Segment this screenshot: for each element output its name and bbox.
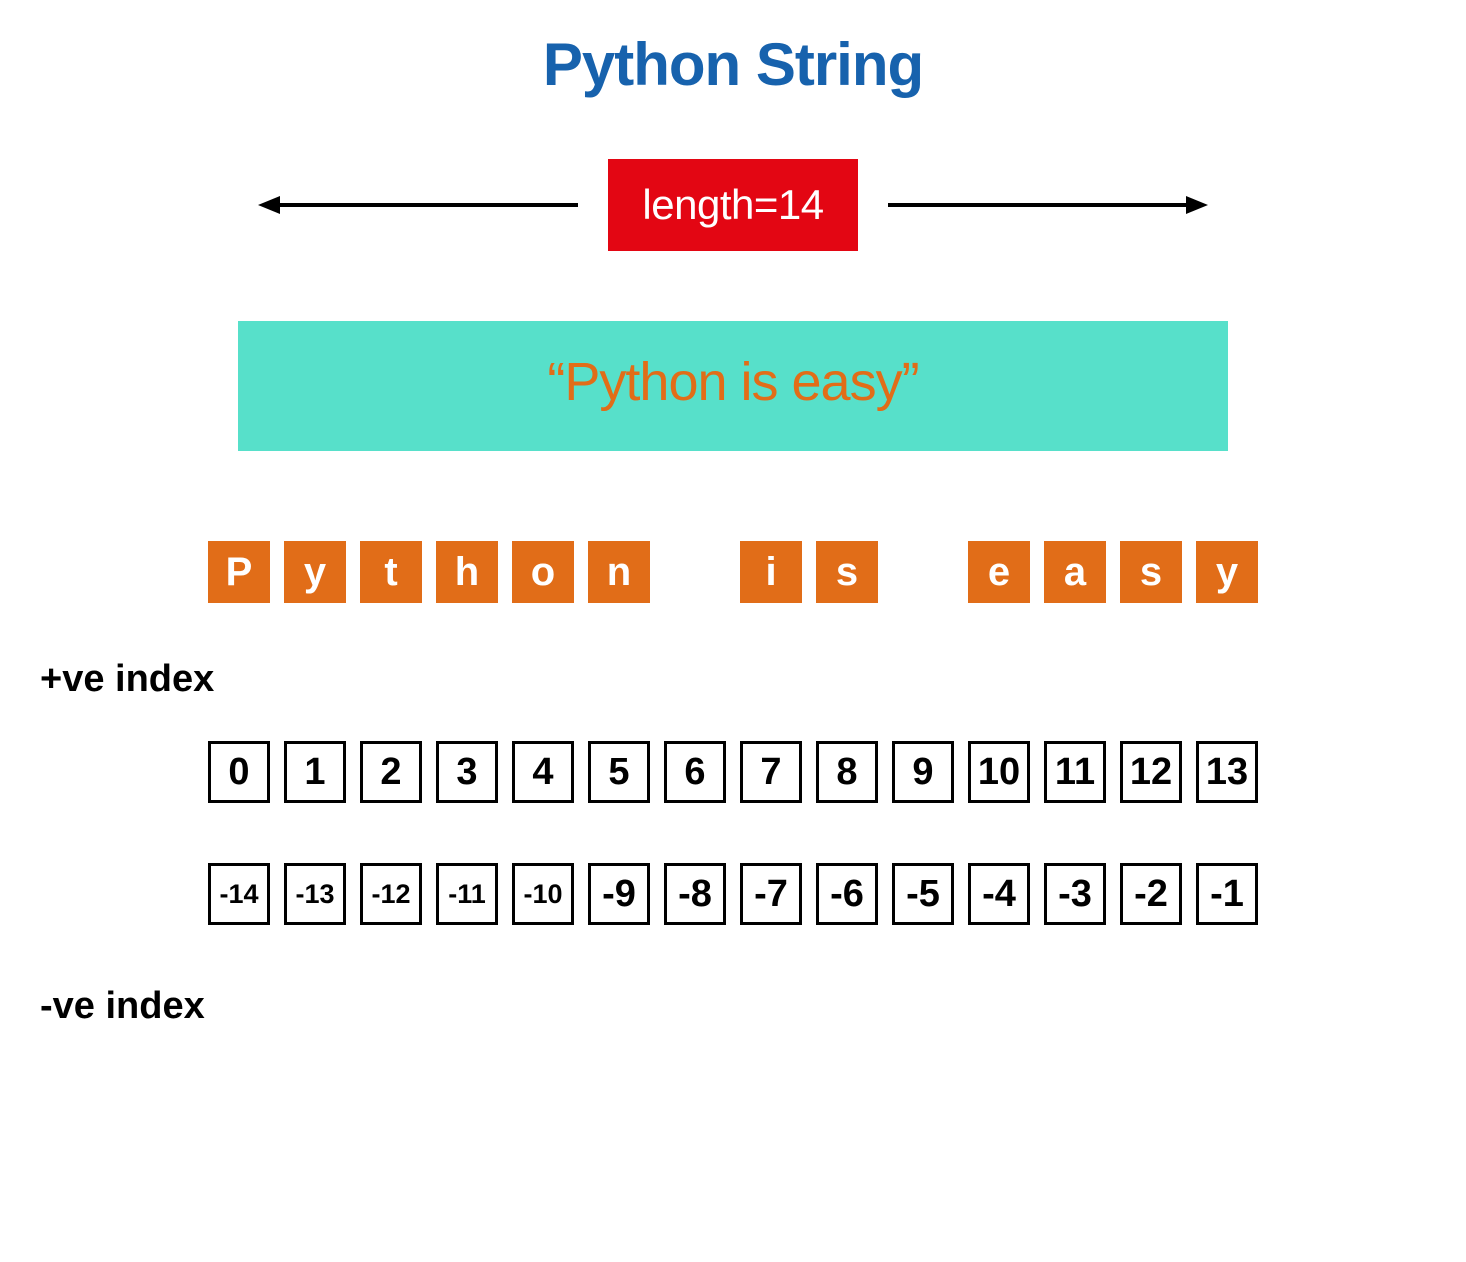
negative-index-box: -1 — [1196, 863, 1258, 925]
char-box: t — [360, 541, 422, 603]
length-badge: length=14 — [608, 159, 857, 251]
char-row: Pythoniseasy — [30, 541, 1436, 603]
negative-index-box: -11 — [436, 863, 498, 925]
negative-index-box: -13 — [284, 863, 346, 925]
negative-index-box: -8 — [664, 863, 726, 925]
positive-index-row: 012345678910111213 — [30, 741, 1436, 803]
positive-index-box: 13 — [1196, 741, 1258, 803]
char-box: s — [1120, 541, 1182, 603]
positive-index-box: 12 — [1120, 741, 1182, 803]
positive-index-box: 6 — [664, 741, 726, 803]
negative-index-box: -3 — [1044, 863, 1106, 925]
negative-index-box: -7 — [740, 863, 802, 925]
char-box: i — [740, 541, 802, 603]
char-box: o — [512, 541, 574, 603]
positive-index-box: 1 — [284, 741, 346, 803]
positive-index-box: 0 — [208, 741, 270, 803]
char-box: y — [1196, 541, 1258, 603]
char-box: a — [1044, 541, 1106, 603]
arrow-right-icon — [888, 190, 1208, 220]
positive-index-box: 8 — [816, 741, 878, 803]
negative-index-box: -10 — [512, 863, 574, 925]
page-title: Python String — [30, 30, 1436, 99]
negative-index-row: -14-13-12-11-10-9-8-7-6-5-4-3-2-1 — [30, 863, 1436, 925]
negative-index-box: -2 — [1120, 863, 1182, 925]
char-box: n — [588, 541, 650, 603]
char-box: h — [436, 541, 498, 603]
positive-index-box: 3 — [436, 741, 498, 803]
length-row: length=14 — [30, 159, 1436, 251]
char-space — [664, 541, 726, 603]
char-space — [892, 541, 954, 603]
positive-index-label: +ve index — [40, 658, 1436, 701]
negative-index-box: -4 — [968, 863, 1030, 925]
negative-index-box: -6 — [816, 863, 878, 925]
char-box: y — [284, 541, 346, 603]
negative-index-box: -12 — [360, 863, 422, 925]
positive-index-box: 5 — [588, 741, 650, 803]
char-box: e — [968, 541, 1030, 603]
negative-index-box: -9 — [588, 863, 650, 925]
string-banner: “Python is easy” — [238, 321, 1228, 451]
char-box: s — [816, 541, 878, 603]
char-box: P — [208, 541, 270, 603]
negative-index-label: -ve index — [40, 985, 1436, 1028]
positive-index-box: 11 — [1044, 741, 1106, 803]
positive-index-box: 7 — [740, 741, 802, 803]
positive-index-box: 2 — [360, 741, 422, 803]
negative-index-box: -14 — [208, 863, 270, 925]
positive-index-box: 4 — [512, 741, 574, 803]
arrow-left-icon — [258, 190, 578, 220]
positive-index-box: 10 — [968, 741, 1030, 803]
negative-index-box: -5 — [892, 863, 954, 925]
positive-index-box: 9 — [892, 741, 954, 803]
